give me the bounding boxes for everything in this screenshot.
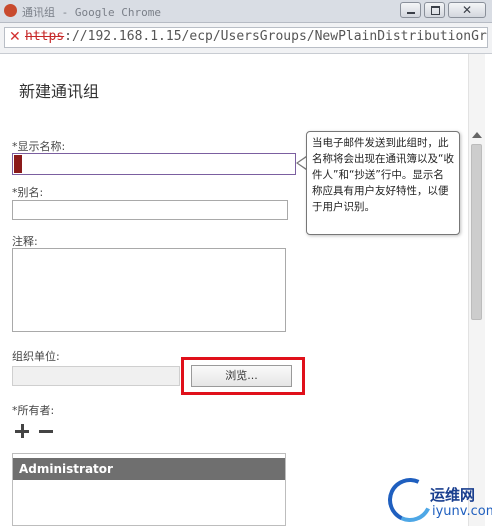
vertical-scrollbar[interactable] [468, 54, 485, 526]
display-name-input[interactable] [12, 153, 296, 175]
url-rest: ://192.168.1.15/ecp/UsersGroups/NewPlain… [64, 29, 488, 44]
minimize-icon [401, 3, 420, 17]
url-field[interactable]: ✕ https://192.168.1.15/ecp/UsersGroups/N… [4, 27, 488, 48]
window-title-bar: 通讯组 - Google Chrome [0, 0, 492, 23]
notes-label: 注释: [12, 235, 38, 248]
watermark-logo: 运维网 iyunv.com [381, 471, 492, 528]
notes-textarea[interactable] [12, 248, 286, 332]
scroll-up-arrow-icon[interactable] [472, 132, 482, 138]
url-scheme: https [25, 29, 65, 44]
url-text[interactable]: https://192.168.1.15/ecp/UsersGroups/New… [25, 29, 488, 44]
minimize-button[interactable] [400, 2, 421, 18]
owners-label: *所有者: [12, 404, 55, 417]
browse-button[interactable]: 浏览... [191, 365, 292, 387]
watermark-name: 运维网 [430, 486, 476, 504]
watermark-url: iyunv.com [432, 504, 492, 519]
maximize-button[interactable] [424, 2, 445, 18]
add-owner-icon[interactable] [14, 423, 30, 439]
org-unit-field [12, 366, 180, 386]
scroll-thumb[interactable] [471, 144, 482, 320]
address-bar: ✕ https://192.168.1.15/ecp/UsersGroups/N… [0, 23, 492, 54]
remove-owner-icon[interactable] [38, 423, 54, 439]
close-button[interactable] [448, 2, 486, 18]
owners-list: Administrator [12, 453, 286, 526]
page-title: 新建通讯组 [19, 82, 100, 101]
close-icon [449, 3, 485, 17]
alias-input[interactable] [12, 200, 288, 220]
org-unit-label: 组织单位: [12, 350, 60, 363]
list-item[interactable]: Administrator [13, 458, 285, 480]
alias-label: *别名: [12, 186, 44, 199]
display-name-tooltip: 当电子邮件发送到此组时，此名称将会出现在通讯簿以及“收件人”和“抄送”行中。显示… [306, 131, 460, 235]
display-name-label: *显示名称: [12, 140, 66, 153]
page-content: 新建通讯组 *显示名称: 当电子邮件发送到此组时，此名称将会出现在通讯簿以及“收… [0, 54, 492, 528]
text-caret [14, 155, 22, 173]
maximize-icon [425, 3, 444, 17]
window-title: 通讯组 - Google Chrome [22, 6, 161, 19]
chrome-icon [4, 4, 17, 17]
insecure-ssl-icon[interactable]: ✕ [9, 29, 21, 45]
